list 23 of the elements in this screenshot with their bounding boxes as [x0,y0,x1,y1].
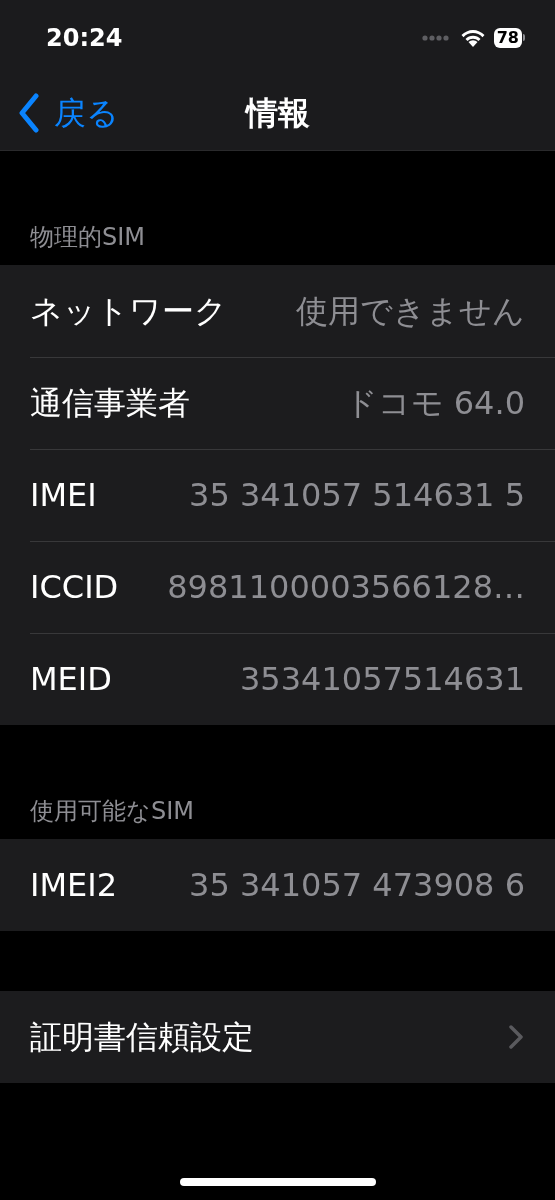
status-time: 20:24 [46,22,123,54]
section-header: 物理的SIM [30,225,146,249]
battery-percent: 78 [496,29,519,46]
row-value: ドコモ 64.0 [344,383,525,424]
row-label: 通信事業者 [30,383,190,424]
row-value: 35 341057 514631 5 [189,475,525,516]
row-label: MEID [30,659,112,700]
row-label: IMEI [30,475,97,516]
row-label: 証明書信頼設定 [30,1017,254,1058]
back-button[interactable]: 戻る [0,88,119,137]
nav-title: 情報 [245,92,310,134]
section-header: 使用可能なSIM [30,799,195,823]
row-value: 35 341057 473908 6 [189,865,525,906]
chevron-icon [509,1025,523,1049]
back-chevron-icon [18,92,40,133]
row-value: 使用できません [296,291,525,332]
row-label: IMEI2 [30,865,118,906]
wifi-icon [459,27,486,48]
row-value: 8981100003566128… [167,567,525,608]
row-label: ICCID [30,567,119,608]
signal-icon [421,34,450,41]
row-label: ネットワーク [30,291,227,332]
row-value: 35341057514631 [239,659,525,700]
